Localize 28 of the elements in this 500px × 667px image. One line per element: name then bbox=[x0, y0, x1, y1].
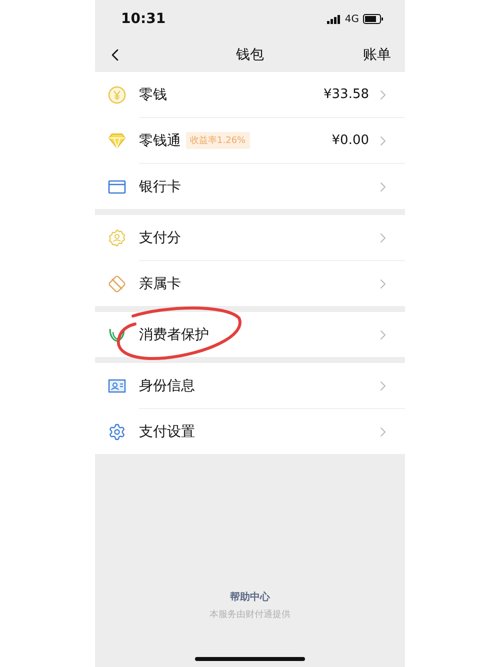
hands-icon bbox=[108, 326, 126, 342]
provider-note: 本服务由财付通提供 bbox=[210, 608, 290, 621]
home-indicator[interactable] bbox=[195, 657, 305, 661]
id-card-icon bbox=[108, 378, 126, 392]
rate-tag: 收益率1.26% bbox=[186, 132, 250, 149]
help-center-link[interactable]: 帮助中心 bbox=[230, 590, 270, 604]
settings-icon bbox=[108, 422, 126, 440]
page-title: 钱包 bbox=[236, 46, 264, 64]
card-icon bbox=[108, 180, 126, 194]
menu-item-label[interactable]: 支付分 bbox=[139, 228, 181, 246]
menu-item-label[interactable]: 亲属卡 bbox=[139, 274, 181, 292]
menu-item-label[interactable]: 消费者保护 bbox=[139, 326, 209, 344]
menu-item-label[interactable]: 银行卡 bbox=[139, 178, 181, 196]
status-time: 10:31 bbox=[121, 11, 166, 27]
diamond-icon bbox=[108, 132, 126, 148]
tilted-card-icon bbox=[108, 274, 126, 292]
bills-link[interactable]: 账单 bbox=[363, 46, 391, 64]
balance-amount: ¥0.00 bbox=[332, 133, 369, 148]
balance-amount: ¥33.58 bbox=[324, 87, 369, 102]
badge-icon bbox=[108, 228, 126, 246]
network-type: 4G bbox=[344, 14, 359, 24]
coin-icon bbox=[108, 86, 126, 104]
battery-icon bbox=[363, 14, 383, 24]
menu-item-label[interactable]: 零钱 bbox=[139, 86, 167, 104]
menu-item-label[interactable]: 零钱通 bbox=[139, 132, 181, 150]
menu-item-label[interactable]: 支付设置 bbox=[139, 422, 195, 440]
signal-icon bbox=[326, 14, 341, 24]
menu-item-label[interactable]: 身份信息 bbox=[139, 376, 195, 394]
